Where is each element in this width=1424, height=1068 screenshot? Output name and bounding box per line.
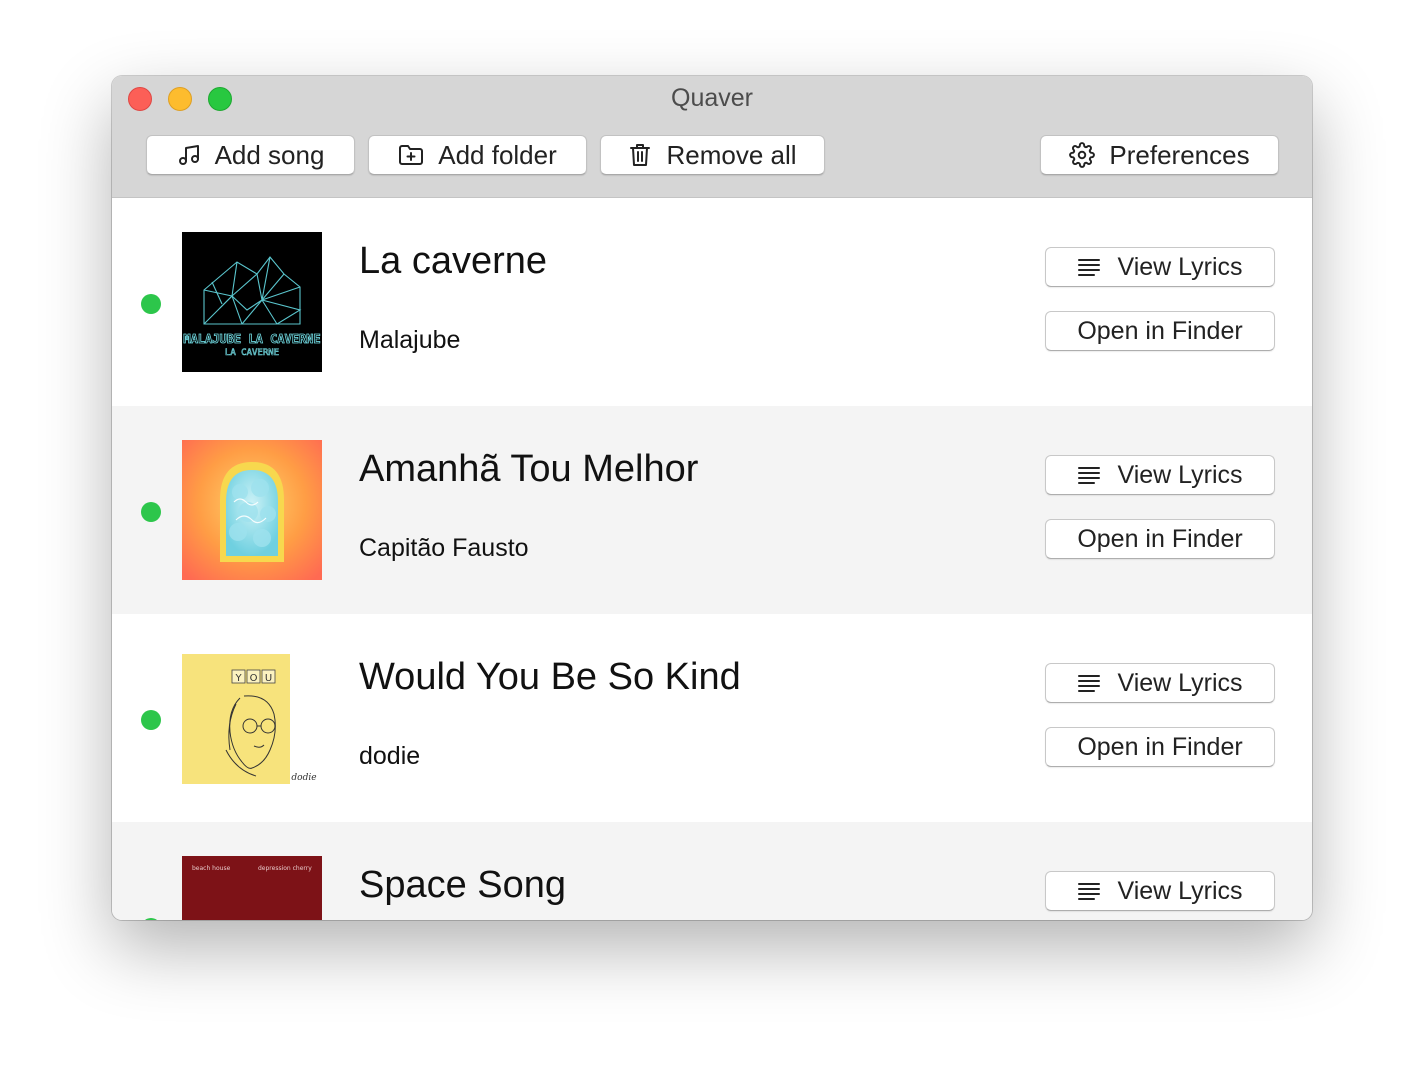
view-lyrics-button[interactable]: View Lyrics bbox=[1045, 871, 1275, 911]
song-title: La caverne bbox=[359, 240, 548, 282]
gear-icon bbox=[1069, 142, 1096, 168]
app-window: Quaver Add song Add folder Remove all Pr… bbox=[112, 76, 1312, 920]
song-title: Would You Be So Kind bbox=[359, 656, 741, 698]
title-bar: Quaver Add song Add folder Remove all Pr… bbox=[112, 76, 1312, 198]
open-in-finder-label: Open in Finder bbox=[1077, 732, 1243, 761]
song-list[interactable]: MALAJUBE LA CAVERNE LA CAVERNE La cavern… bbox=[112, 198, 1312, 920]
song-artist: Malajube bbox=[359, 326, 461, 354]
open-in-finder-button[interactable]: Open in Finder bbox=[1045, 727, 1275, 767]
trash-icon bbox=[628, 142, 652, 168]
preferences-label: Preferences bbox=[1109, 139, 1250, 170]
song-row[interactable]: MALAJUBE LA CAVERNE LA CAVERNE La cavern… bbox=[112, 198, 1312, 406]
svg-text:beach house: beach house bbox=[192, 865, 231, 872]
status-dot bbox=[141, 918, 161, 920]
view-lyrics-label: View Lyrics bbox=[1117, 876, 1243, 905]
text-lines-icon bbox=[1077, 258, 1101, 276]
view-lyrics-button[interactable]: View Lyrics bbox=[1045, 455, 1275, 495]
view-lyrics-label: View Lyrics bbox=[1117, 460, 1243, 489]
add-folder-button[interactable]: Add folder bbox=[368, 135, 587, 175]
song-artist: dodie bbox=[359, 742, 421, 770]
song-title: Space Song bbox=[359, 864, 567, 906]
text-lines-icon bbox=[1077, 466, 1101, 484]
window-title: Quaver bbox=[671, 84, 753, 112]
song-row[interactable]: Amanhã Tou Melhor Capitão Fausto View Ly… bbox=[112, 406, 1312, 614]
svg-text:U: U bbox=[265, 673, 272, 684]
status-dot bbox=[141, 294, 161, 314]
open-in-finder-label: Open in Finder bbox=[1077, 524, 1243, 553]
album-artwork: Y O U dodie bbox=[182, 654, 322, 784]
song-title: Amanhã Tou Melhor bbox=[359, 448, 699, 490]
text-lines-icon bbox=[1077, 674, 1101, 692]
music-note-icon bbox=[177, 143, 201, 167]
svg-text:O: O bbox=[250, 673, 258, 684]
song-artist: Capitão Fausto bbox=[359, 534, 529, 562]
view-lyrics-label: View Lyrics bbox=[1117, 252, 1243, 281]
view-lyrics-button[interactable]: View Lyrics bbox=[1045, 663, 1275, 703]
svg-text:depression cherry: depression cherry bbox=[258, 865, 312, 872]
svg-text:LA CAVERNE: LA CAVERNE bbox=[225, 348, 279, 358]
remove-all-label: Remove all bbox=[666, 139, 797, 170]
open-in-finder-button[interactable]: Open in Finder bbox=[1045, 519, 1275, 559]
add-song-label: Add song bbox=[214, 139, 325, 170]
song-row[interactable]: Y O U dodie Would You Be So Kind dodie V… bbox=[112, 614, 1312, 822]
view-lyrics-button[interactable]: View Lyrics bbox=[1045, 247, 1275, 287]
add-folder-label: Add folder bbox=[438, 139, 557, 170]
folder-plus-icon bbox=[398, 143, 424, 167]
open-in-finder-label: Open in Finder bbox=[1077, 316, 1243, 345]
preferences-button[interactable]: Preferences bbox=[1040, 135, 1279, 175]
remove-all-button[interactable]: Remove all bbox=[600, 135, 825, 175]
view-lyrics-label: View Lyrics bbox=[1117, 668, 1243, 697]
svg-text:Y: Y bbox=[234, 673, 242, 684]
artwork-band-text: MALAJUBE LA CAVERNE bbox=[183, 332, 320, 346]
text-lines-icon bbox=[1077, 882, 1101, 900]
album-artwork bbox=[182, 440, 322, 580]
song-row[interactable]: beach house depression cherry Space Song… bbox=[112, 822, 1312, 920]
album-artwork: beach house depression cherry bbox=[182, 856, 322, 920]
add-song-button[interactable]: Add song bbox=[146, 135, 355, 175]
open-in-finder-button[interactable]: Open in Finder bbox=[1045, 311, 1275, 351]
album-artwork: MALAJUBE LA CAVERNE LA CAVERNE bbox=[182, 232, 322, 372]
status-dot bbox=[141, 710, 161, 730]
status-dot bbox=[141, 502, 161, 522]
svg-text:dodie: dodie bbox=[291, 773, 316, 783]
